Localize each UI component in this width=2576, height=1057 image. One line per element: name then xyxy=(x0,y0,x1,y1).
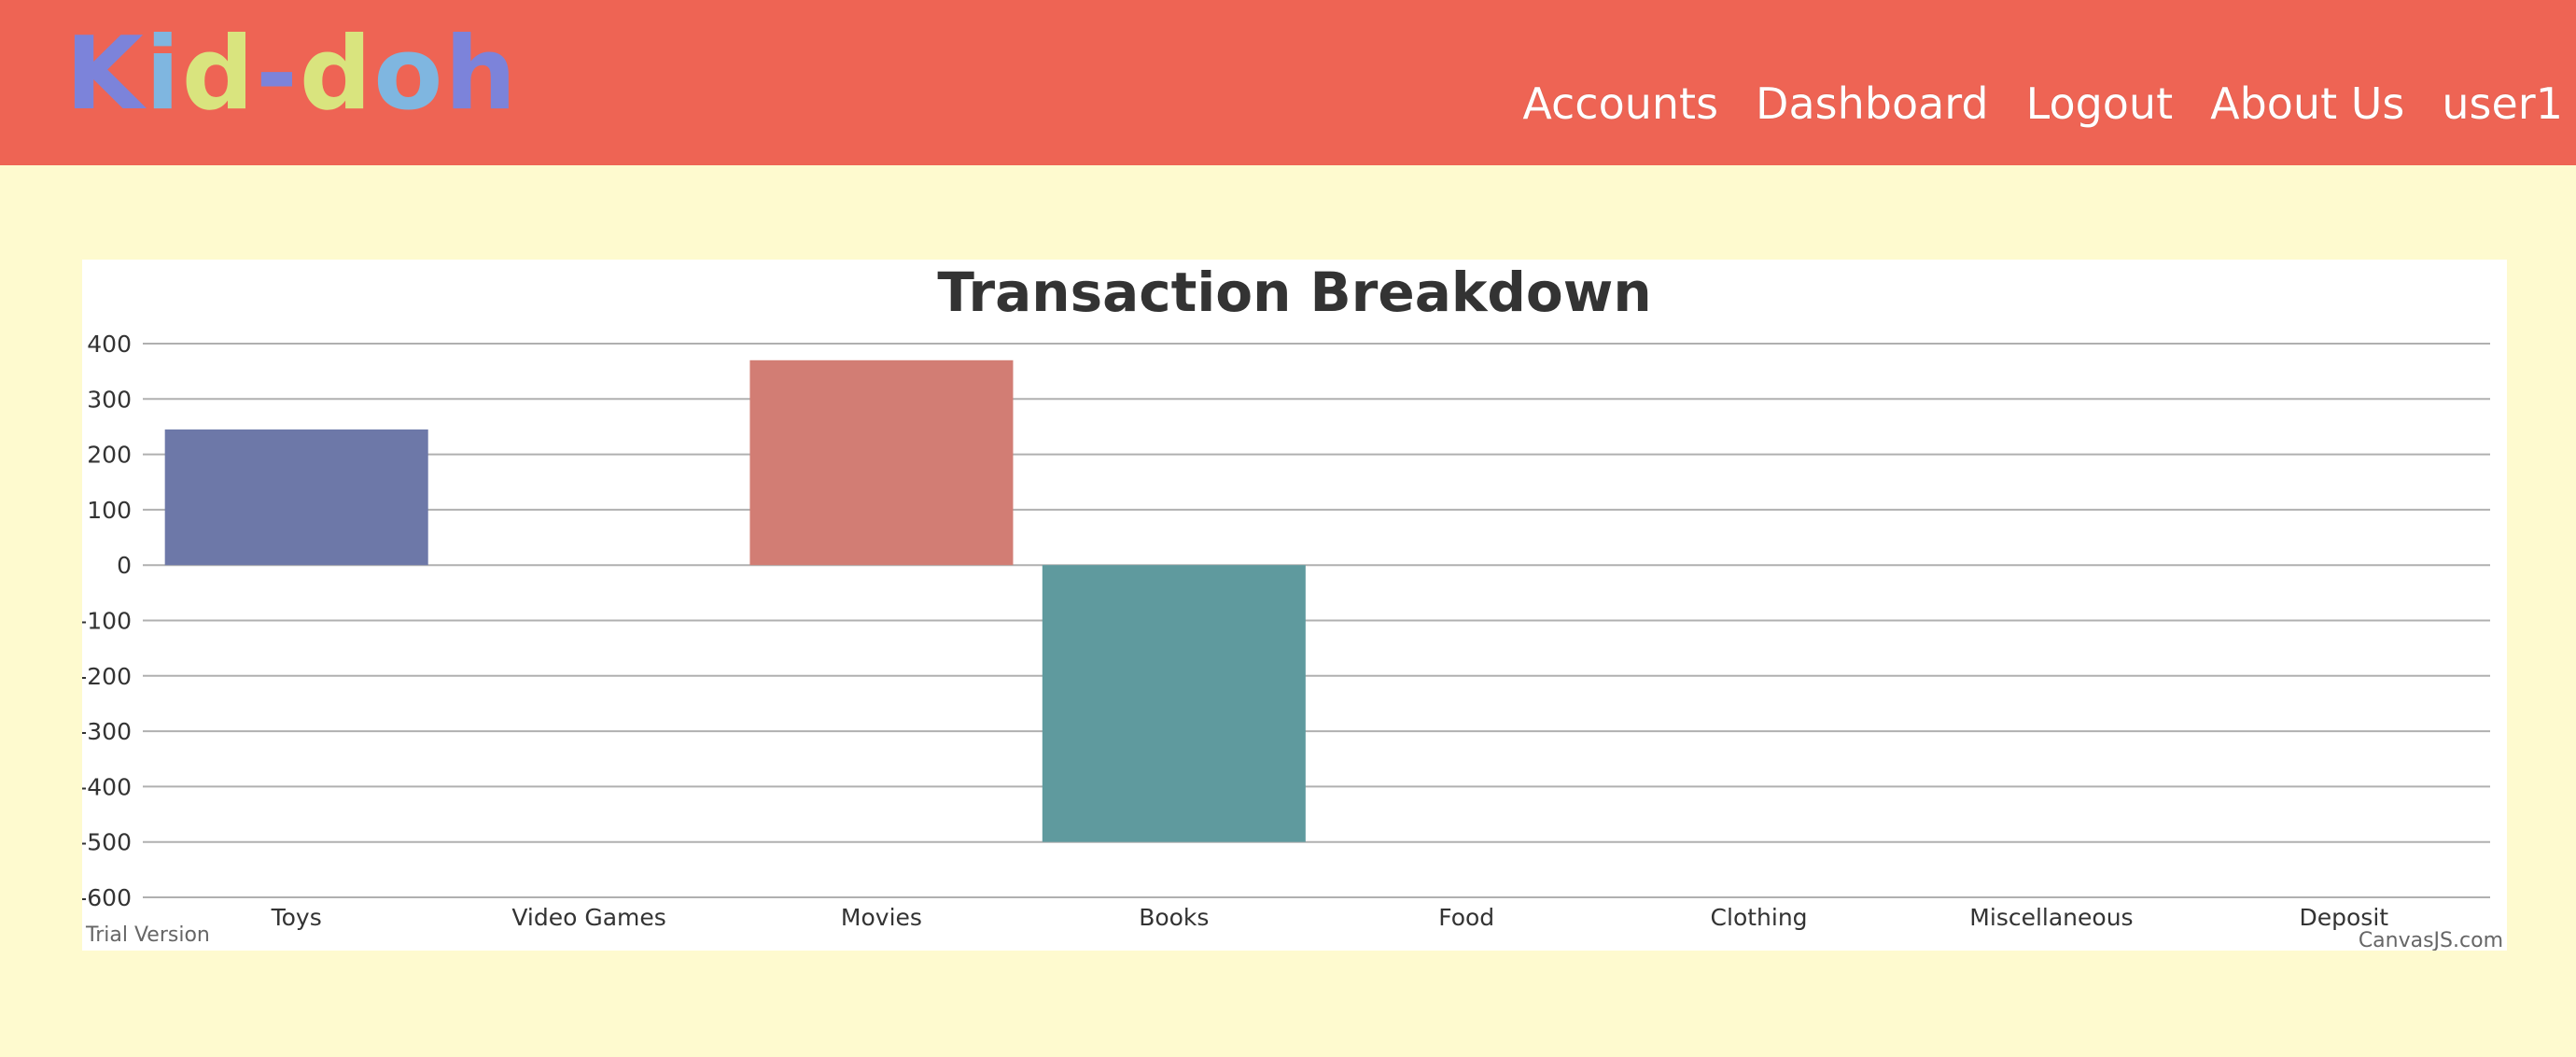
y-tick-label: -400 xyxy=(82,773,132,800)
transaction-chart-card: Transaction Breakdown 400 300 200 100 0 -100 -2… xyxy=(82,260,2507,951)
top-navbar: Kid-doh Accounts Dashboard Logout About Us u… xyxy=(0,0,2576,165)
bar-books[interactable] xyxy=(1042,565,1306,842)
nav-accounts[interactable]: Accounts xyxy=(1522,78,1718,129)
y-tick-label: 100 xyxy=(87,497,132,524)
x-tick-label: Food xyxy=(1438,904,1494,931)
y-tick-label: 300 xyxy=(87,386,132,413)
y-tick-label: 200 xyxy=(87,442,132,469)
x-tick-label: Deposit xyxy=(2300,904,2389,931)
y-tick-label: -100 xyxy=(82,608,132,635)
y-tick-label: 400 xyxy=(87,331,132,358)
logo-letter: h xyxy=(444,16,519,133)
y-tick-label: -200 xyxy=(82,663,132,690)
x-tick-label: Toys xyxy=(271,904,322,931)
logo-letter: o xyxy=(373,16,445,133)
logo-letter: d xyxy=(299,16,374,133)
trial-version-note: Trial Version xyxy=(85,923,210,947)
y-tick-label: -600 xyxy=(82,884,132,911)
nav-about-us[interactable]: About Us xyxy=(2210,78,2404,129)
y-tick-label: -300 xyxy=(82,718,132,745)
nav-user[interactable]: user1 xyxy=(2442,78,2563,129)
x-tick-label: Video Games xyxy=(511,904,665,931)
logo-letter: - xyxy=(256,16,300,133)
bar-movies[interactable] xyxy=(749,359,1014,566)
logo-letter: i xyxy=(145,16,182,133)
transaction-breakdown-chart: Transaction Breakdown 400 300 200 100 0 -100 -2… xyxy=(82,261,2503,951)
x-tick-label: Movies xyxy=(841,904,922,931)
x-tick-label: Books xyxy=(1139,904,1209,931)
nav-logout[interactable]: Logout xyxy=(2026,78,2174,129)
x-tick-label: Miscellaneous xyxy=(1969,904,2133,931)
logo-letter: d xyxy=(181,16,257,133)
logo-letter: K xyxy=(65,16,146,133)
nav-dashboard[interactable]: Dashboard xyxy=(1756,78,1989,129)
bar-toys[interactable] xyxy=(164,429,428,566)
x-tick-label: Clothing xyxy=(1711,904,1808,931)
y-tick-label: 0 xyxy=(117,552,132,579)
nav-links: Accounts Dashboard Logout About Us user1 xyxy=(1522,78,2563,129)
canvasjs-credit-link[interactable]: CanvasJS.com xyxy=(2359,929,2503,951)
chart-title: Transaction Breakdown xyxy=(937,261,1651,324)
kid-doh-logo[interactable]: Kid-doh xyxy=(65,24,518,125)
y-tick-label: -500 xyxy=(82,829,132,856)
